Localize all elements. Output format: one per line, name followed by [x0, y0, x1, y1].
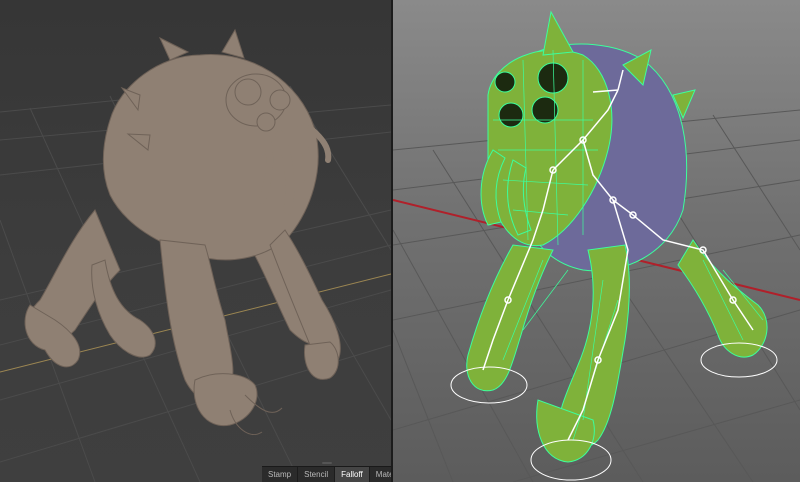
tool-tab-bar: Stamp Stencil Falloff Materi: [262, 466, 391, 482]
tab-falloff[interactable]: Falloff: [335, 467, 370, 482]
rig-scene: [393, 10, 800, 482]
sculpt-scene: [0, 28, 391, 482]
app-window: Stamp Stencil Falloff Materi: [0, 0, 800, 482]
tab-material[interactable]: Materi: [370, 467, 391, 482]
tab-stamp[interactable]: Stamp: [262, 467, 299, 482]
rig-viewport[interactable]: [393, 0, 800, 482]
tab-stencil[interactable]: Stencil: [298, 467, 336, 482]
sculpt-viewport[interactable]: Stamp Stencil Falloff Materi: [0, 0, 391, 482]
panel-resize-handle[interactable]: [322, 462, 332, 464]
